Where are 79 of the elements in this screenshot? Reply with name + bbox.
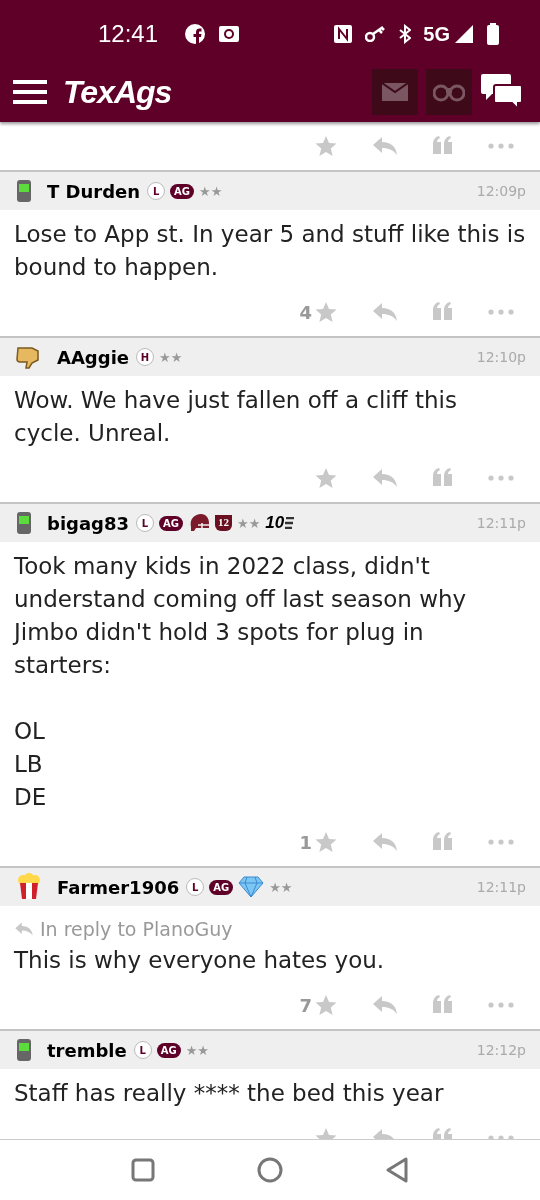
ten-badge: 10 xyxy=(265,513,295,533)
home-button[interactable] xyxy=(257,1157,283,1183)
star-icon[interactable] xyxy=(314,300,338,324)
username[interactable]: AAggie xyxy=(57,346,129,368)
reply-icon xyxy=(14,921,34,937)
user-badge: AG xyxy=(156,1042,181,1058)
network-label: 5G xyxy=(423,22,450,46)
star-icon[interactable] xyxy=(314,466,338,490)
phone-icon xyxy=(16,1038,32,1062)
diamond-icon xyxy=(238,876,265,898)
phone-icon xyxy=(16,511,32,535)
more-icon[interactable] xyxy=(488,1002,514,1008)
binoculars-button[interactable] xyxy=(426,69,472,115)
user-badge: H xyxy=(136,348,154,366)
user-badge: AG xyxy=(159,515,183,531)
post-time: 12:09p xyxy=(476,183,526,199)
star-icon[interactable] xyxy=(314,134,338,158)
post-time: 12:12p xyxy=(476,1042,526,1058)
binoculars-icon xyxy=(433,82,465,102)
nfc-icon xyxy=(333,24,354,44)
quote-icon[interactable] xyxy=(432,302,454,322)
more-icon[interactable] xyxy=(488,475,514,481)
popcorn-icon xyxy=(16,873,42,901)
phone-icon xyxy=(16,179,32,203)
post-time: 12:11p xyxy=(476,879,526,895)
mail-button[interactable] xyxy=(372,69,418,115)
like-count: 7 xyxy=(299,994,312,1016)
rank-stars: ★★ xyxy=(269,879,293,895)
helmet-icon xyxy=(188,513,210,533)
post-time: 12:10p xyxy=(476,349,526,365)
thumbs-down-icon xyxy=(16,345,42,369)
username[interactable]: T Durden xyxy=(47,180,141,202)
post-text: Wow. We have just fallen off a cliff this cycle. Unreal. xyxy=(14,386,458,448)
camera-icon xyxy=(218,25,241,43)
signal-icon xyxy=(454,24,474,44)
mail-icon xyxy=(382,83,408,101)
post-text: Took many kids in 2022 class, didn't understand coming off last season why Jimbo didn't hold 3 spots for plug in starters: OL LB DE xyxy=(14,552,468,812)
quote-icon[interactable] xyxy=(432,995,454,1015)
quote-icon[interactable] xyxy=(432,832,454,852)
like-count: 4 xyxy=(299,301,312,323)
star-icon[interactable] xyxy=(314,830,338,854)
menu-icon[interactable] xyxy=(13,79,47,105)
username[interactable]: Farmer1906 xyxy=(57,876,180,898)
facebook-icon xyxy=(184,23,207,45)
recents-button[interactable] xyxy=(131,1158,155,1182)
reply-icon[interactable] xyxy=(372,467,398,489)
rank-stars: ★★ xyxy=(237,515,261,531)
more-icon[interactable] xyxy=(488,143,514,149)
quote-icon[interactable] xyxy=(432,468,454,488)
clock: 12:41 xyxy=(98,20,159,48)
like-count: 1 xyxy=(299,831,312,853)
username[interactable]: bigag83 xyxy=(47,512,130,534)
post-text: Staff has really **** the bed this year xyxy=(14,1079,445,1108)
reply-icon[interactable] xyxy=(372,831,398,853)
reply-icon[interactable] xyxy=(372,135,398,157)
user-badge: L xyxy=(186,878,205,896)
shield-badge: 12 xyxy=(215,515,232,531)
bluetooth-icon xyxy=(399,24,412,44)
more-icon[interactable] xyxy=(488,839,514,845)
more-icon[interactable] xyxy=(488,309,514,315)
post-text: This is why everyone hates you. xyxy=(14,946,386,975)
reply-icon[interactable] xyxy=(372,994,398,1016)
username[interactable]: tremble xyxy=(47,1039,127,1061)
back-button[interactable] xyxy=(385,1157,409,1183)
user-badge: AG xyxy=(209,879,234,895)
post-time: 12:11p xyxy=(476,515,526,531)
logo[interactable]: TexAgs xyxy=(63,73,172,111)
rank-stars: ★★ xyxy=(159,349,183,365)
quote-icon[interactable] xyxy=(432,136,454,156)
user-badge: L xyxy=(136,514,155,532)
user-badge: L xyxy=(133,1041,152,1059)
post-text: Lose to App st. In year 5 and stuff like this is bound to happen. xyxy=(14,220,526,282)
rank-stars: ★★ xyxy=(185,1042,209,1058)
user-badge: AG xyxy=(170,183,195,199)
rank-stars: ★★ xyxy=(199,183,223,199)
star-icon[interactable] xyxy=(314,993,338,1017)
reply-icon[interactable] xyxy=(372,301,398,323)
user-badge: L xyxy=(147,182,166,200)
battery-icon xyxy=(486,23,500,45)
